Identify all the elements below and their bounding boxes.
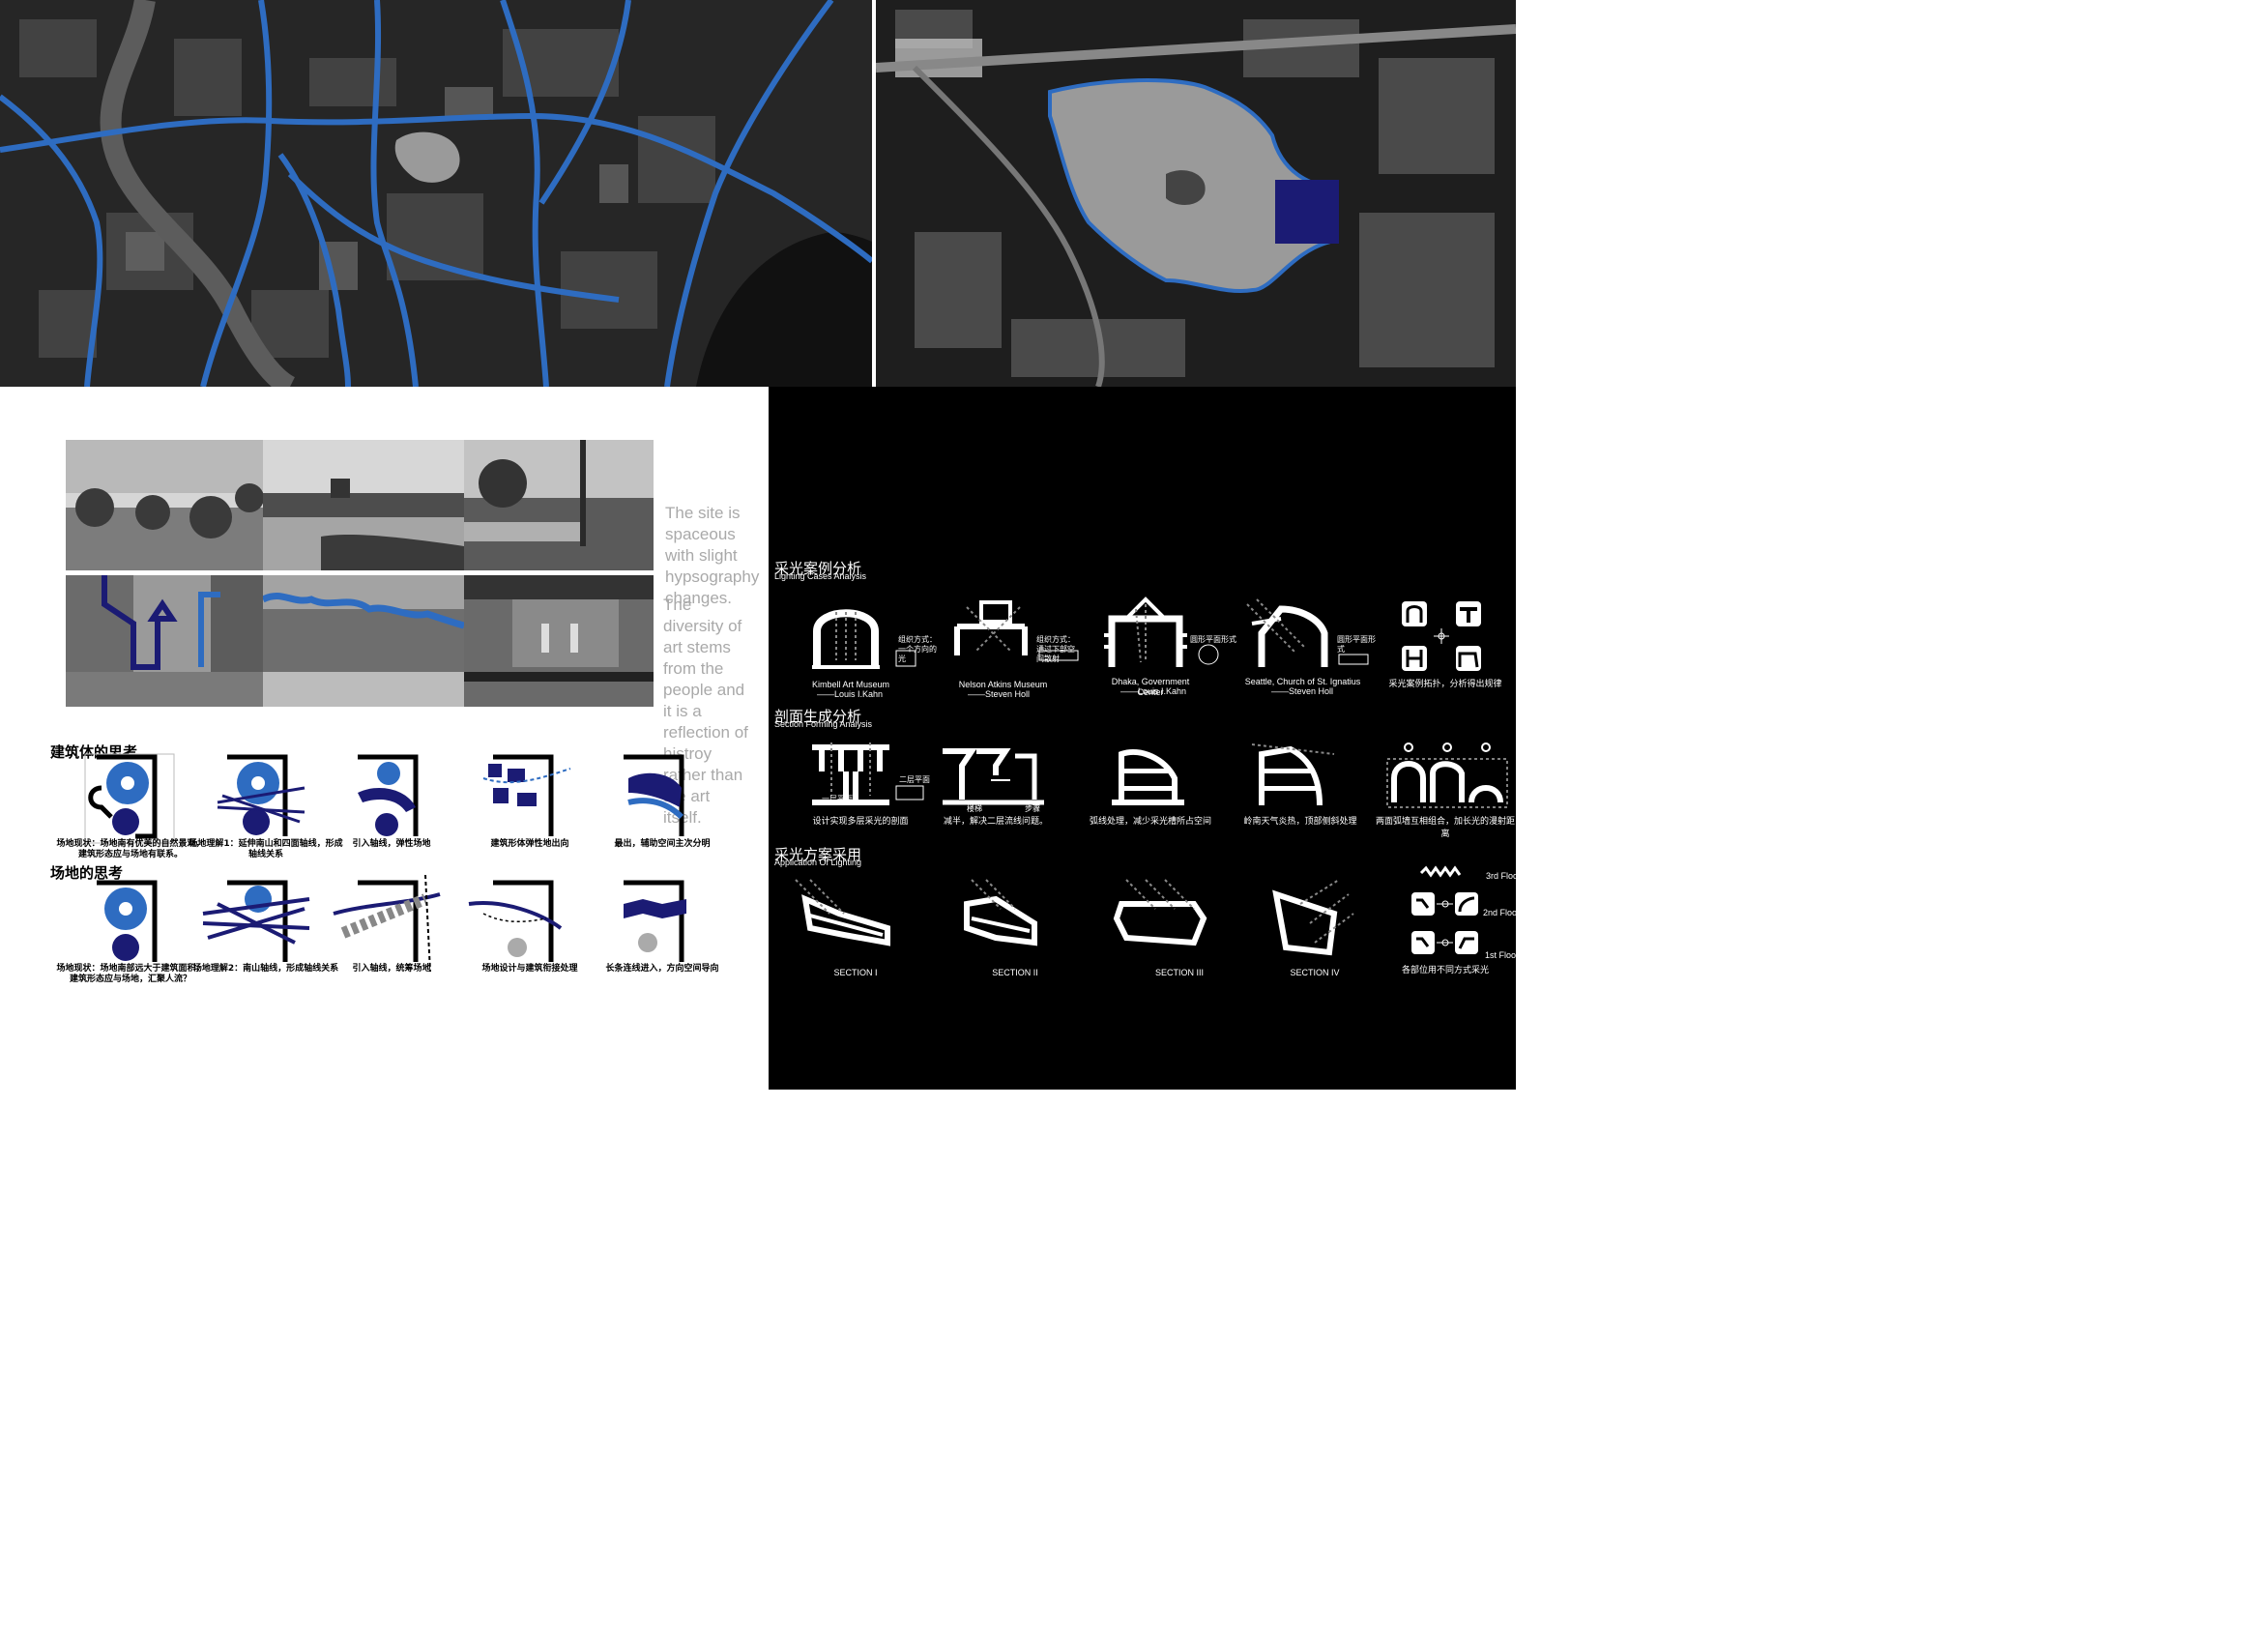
lighting-cases-subtitle: Lighting Cases Analysis xyxy=(774,571,867,581)
site-caption-row-5: 长条连线进入，方向空间导向 xyxy=(605,964,719,974)
site-diagram-2 xyxy=(202,880,310,962)
section-iv-label: SECTION IV xyxy=(1290,968,1340,977)
floor-3-label: 3rd Floor xyxy=(1486,871,1522,881)
building-caption-5: 最出，辅助空间主次分明 xyxy=(614,839,711,849)
site-caption-1: The site is spaceous with slight hypsogr… xyxy=(665,504,760,607)
site-photo-1 xyxy=(66,440,263,570)
section-small-label-4: 步骤 xyxy=(1025,804,1040,813)
building-caption-4: 建筑形体弹性地出向 xyxy=(490,839,569,849)
site-photo-2 xyxy=(263,440,464,570)
site-photo-3 xyxy=(464,440,654,570)
section-caption-1: 设计实现多层采光的剖面 xyxy=(812,816,909,826)
topology-icons xyxy=(1402,601,1481,671)
lighting-analysis-panel xyxy=(769,387,1516,1090)
floor-2-label: 2nd Floor xyxy=(1483,908,1521,917)
section-caption-4: 岭南天气炎热，顶部侧斜处理 xyxy=(1243,816,1357,826)
section-caption-3: 弧线处理，减少采光槽所占空间 xyxy=(1089,816,1211,826)
application-section-3 xyxy=(1113,879,1207,946)
site-satellite-map xyxy=(876,0,1516,387)
site-caption-row-1: 场地现状：场地南部远大于建筑面积，建筑形态应与场地，汇聚人流？ xyxy=(56,964,205,984)
building-diagram-1 xyxy=(84,753,175,844)
street-photo xyxy=(66,575,263,707)
case-1-architect: ——Louis I.Kahn xyxy=(816,689,883,699)
section-caption-5: 两面弧墙互相组合，加长光的漫射距离 xyxy=(1375,816,1515,838)
site-diagram-1 xyxy=(97,880,158,962)
section-i-label: SECTION I xyxy=(833,968,878,977)
case-3-architect: ——Louis I.Kahn xyxy=(1119,686,1186,696)
application-section-2 xyxy=(964,879,1037,946)
building-caption-3: 引入轴线，弹性场地 xyxy=(352,839,431,849)
case-3-note: 圆形平面形式 xyxy=(1190,635,1236,644)
section-caption-2: 减半，解决二层流线问题。 xyxy=(943,816,1048,826)
building-diagram-5 xyxy=(624,754,684,836)
application-summary: 各部位用不同方式采光 xyxy=(1401,965,1489,975)
section-form-5 xyxy=(1386,742,1508,808)
city-map-graphic xyxy=(0,0,872,387)
application-subtitle: Application Of Lighting xyxy=(774,858,862,867)
site-diagram-5 xyxy=(624,880,686,962)
building-diagram-4 xyxy=(482,754,571,836)
section-iii-label: SECTION III xyxy=(1154,968,1204,977)
building-diagram-2 xyxy=(217,754,305,836)
site-diagram-4 xyxy=(468,880,563,962)
building-caption-2: 场地理解1：延伸南山和四面轴线，形成轴线关系 xyxy=(189,839,343,859)
floor-diagrams xyxy=(1411,865,1478,954)
site-caption-row-2: 场地理解2：南山轴线，形成轴线关系 xyxy=(192,964,339,974)
case-2-note: 组织方式：通过下部空间散射 xyxy=(1036,635,1075,663)
section-form-2 xyxy=(943,748,1044,805)
section-small-label-3: 楼梯 xyxy=(967,804,982,813)
case-2-architect: ——Steven Holl xyxy=(967,689,1030,699)
case-1-note: 组织方式：一个方向的光 xyxy=(898,635,937,663)
case-4-architect: ——Steven Holl xyxy=(1270,686,1333,696)
building-caption-1: 场地现状：场地南有优美的自然景观，建筑形态应与场地有联系。 xyxy=(56,839,205,859)
section-small-label-1: 二层平面 xyxy=(899,775,930,784)
floor-1-label: 1st Floor xyxy=(1485,950,1520,960)
opera-photo xyxy=(464,575,654,707)
site-caption-row-4: 场地设计与建筑衔接处理 xyxy=(481,964,578,974)
building-diagram-3 xyxy=(358,754,419,836)
city-satellite-map xyxy=(0,0,872,387)
site-map-graphic xyxy=(876,0,1516,387)
section-small-label-2: 一层平面 xyxy=(822,795,853,803)
application-section-1 xyxy=(795,879,890,946)
section-ii-label: SECTION II xyxy=(992,968,1038,977)
lighting-cases-summary: 采光案例拓扑，分析得出规律 xyxy=(1388,679,1502,688)
arcade-photo xyxy=(263,575,464,707)
application-section-4 xyxy=(1272,879,1354,956)
section-form-3 xyxy=(1112,749,1184,805)
section-form-4 xyxy=(1251,743,1335,806)
section-forming-subtitle: Section Forming Analysis xyxy=(774,719,873,729)
site-diagram-3 xyxy=(333,875,441,972)
case-4-note: 圆形平面形式 xyxy=(1337,635,1376,654)
site-caption-row-3: 引入轴线，统筹场地 xyxy=(352,964,431,974)
